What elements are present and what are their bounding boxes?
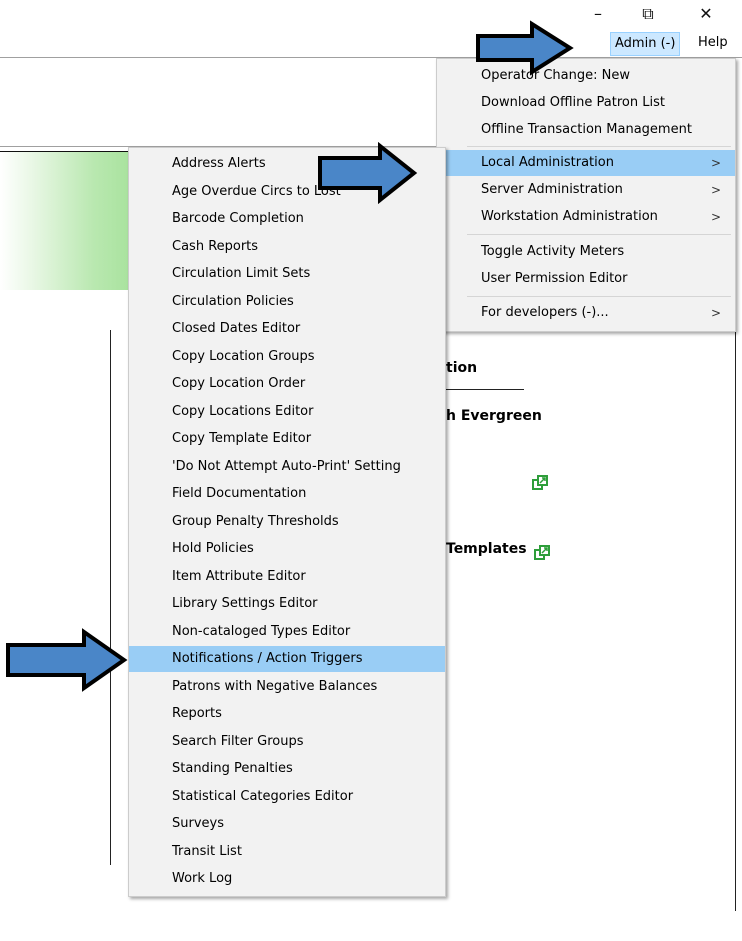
menu-item-label: Patrons with Negative Balances: [172, 679, 378, 694]
menu-item-label: Statistical Categories Editor: [172, 789, 354, 804]
submenu-item-copy-template-editor[interactable]: Copy Template Editor: [129, 426, 445, 452]
menu-item-label: Closed Dates Editor: [172, 321, 301, 336]
arrow-pointer-icon: [318, 142, 418, 204]
menu-bar: Admin (-) Help: [0, 32, 742, 56]
green-banner: [0, 152, 134, 290]
menu-item-label: Offline Transaction Management: [481, 122, 692, 137]
submenu-item-library-settings-editor[interactable]: Library Settings Editor: [129, 591, 445, 617]
chevron-right-icon: >: [710, 210, 721, 224]
submenu-item-copy-location-groups[interactable]: Copy Location Groups: [129, 344, 445, 370]
menu-item-label: Field Documentation: [172, 486, 307, 501]
menu-item-label: Copy Template Editor: [172, 431, 312, 446]
chevron-right-icon: >: [710, 156, 721, 170]
menu-item-label: Transit List: [172, 844, 242, 859]
menu-item-label: Standing Penalties: [172, 761, 293, 776]
menu-item-label: 'Do Not Attempt Auto-Print' Setting: [172, 459, 401, 474]
submenu-item-search-filter-groups[interactable]: Search Filter Groups: [129, 729, 445, 755]
submenu-item-statistical-categories-editor[interactable]: Statistical Categories Editor: [129, 784, 445, 810]
menu-item-label: Reports: [172, 706, 222, 721]
submenu-item-copy-locations-editor[interactable]: Copy Locations Editor: [129, 399, 445, 425]
menu-item-label: Work Log: [172, 871, 233, 886]
submenu-item-barcode-completion[interactable]: Barcode Completion: [129, 206, 445, 232]
menu-item-toggle-activity-meters[interactable]: Toggle Activity Meters: [437, 239, 735, 265]
menu-item-label: Copy Location Groups: [172, 349, 315, 364]
menu-item-label: Library Settings Editor: [172, 596, 318, 611]
templates-text-fragment: Templates: [446, 541, 527, 557]
submenu-item-standing-penalties[interactable]: Standing Penalties: [129, 756, 445, 782]
chevron-right-icon: >: [710, 306, 721, 320]
submenu-item-item-attribute-editor[interactable]: Item Attribute Editor: [129, 564, 445, 590]
local-administration-submenu: Address Alerts Age Overdue Circs to Lost…: [128, 147, 446, 897]
submenu-item-patrons-negative-balances[interactable]: Patrons with Negative Balances: [129, 674, 445, 700]
menu-item-label: Notifications / Action Triggers: [172, 651, 363, 666]
arrow-pointer-icon: [476, 20, 574, 76]
heading-underline: [446, 389, 524, 390]
menu-item-label: Barcode Completion: [172, 211, 304, 226]
submenu-item-auto-print-setting[interactable]: 'Do Not Attempt Auto-Print' Setting: [129, 454, 445, 480]
submenu-item-field-documentation[interactable]: Field Documentation: [129, 481, 445, 507]
chevron-right-icon: >: [710, 183, 721, 197]
submenu-item-notifications-action-triggers[interactable]: Notifications / Action Triggers: [129, 646, 445, 672]
submenu-item-hold-policies[interactable]: Hold Policies: [129, 536, 445, 562]
arrow-pointer-icon: [6, 628, 128, 692]
restore-icon[interactable]: ⧉: [628, 2, 668, 26]
menu-item-label: Non-cataloged Types Editor: [172, 624, 351, 639]
menu-item-label: Copy Locations Editor: [172, 404, 314, 419]
open-new-window-icon[interactable]: [534, 545, 550, 561]
menu-item-label: Circulation Policies: [172, 294, 294, 309]
menu-item-user-permission-editor[interactable]: User Permission Editor: [437, 266, 735, 292]
menu-item-label: User Permission Editor: [481, 271, 628, 286]
menu-separator: [467, 296, 731, 297]
menu-item-label: Toggle Activity Meters: [481, 244, 625, 259]
submenu-item-transit-list[interactable]: Transit List: [129, 839, 445, 865]
section-heading-fragment: tion: [446, 360, 478, 376]
menu-item-label: Hold Policies: [172, 541, 254, 556]
minimize-icon[interactable]: –: [578, 2, 618, 26]
menu-item-label: Copy Location Order: [172, 376, 306, 391]
admin-menu: Operator Change: New Download Offline Pa…: [436, 58, 736, 332]
menu-item-label: Cash Reports: [172, 239, 259, 254]
menu-item-label: Local Administration: [481, 155, 614, 170]
submenu-item-closed-dates-editor[interactable]: Closed Dates Editor: [129, 316, 445, 342]
content-right-border: [735, 330, 736, 911]
submenu-item-non-cataloged-types-editor[interactable]: Non-cataloged Types Editor: [129, 619, 445, 645]
submenu-item-reports[interactable]: Reports: [129, 701, 445, 727]
submenu-item-work-log[interactable]: Work Log: [129, 866, 445, 892]
submenu-item-circulation-policies[interactable]: Circulation Policies: [129, 289, 445, 315]
menu-item-workstation-administration[interactable]: Workstation Administration >: [437, 204, 735, 230]
title-bar: – ⧉ ✕: [0, 0, 742, 28]
open-new-window-icon[interactable]: [532, 475, 548, 491]
menu-item-label: Group Penalty Thresholds: [172, 514, 339, 529]
submenu-item-surveys[interactable]: Surveys: [129, 811, 445, 837]
menu-item-server-administration[interactable]: Server Administration >: [437, 177, 735, 203]
menu-item-offline-transaction-management[interactable]: Offline Transaction Management: [437, 117, 735, 143]
close-icon[interactable]: ✕: [686, 2, 726, 26]
menu-separator: [467, 146, 731, 147]
menu-item-for-developers[interactable]: For developers (-)... >: [437, 300, 735, 326]
menu-item-label: For developers (-)...: [481, 305, 609, 320]
menu-item-label: Item Attribute Editor: [172, 569, 306, 584]
submenu-item-circulation-limit-sets[interactable]: Circulation Limit Sets: [129, 261, 445, 287]
menu-item-local-administration[interactable]: Local Administration >: [437, 150, 735, 176]
menu-item-label: Surveys: [172, 816, 224, 831]
evergreen-text-fragment: h Evergreen: [446, 408, 542, 424]
admin-menu-button[interactable]: Admin (-): [610, 32, 681, 56]
menu-item-label: Circulation Limit Sets: [172, 266, 311, 281]
menu-item-label: Download Offline Patron List: [481, 95, 665, 110]
menu-item-label: Workstation Administration: [481, 209, 658, 224]
content-left-border: [110, 330, 111, 865]
menu-separator: [467, 234, 731, 235]
menu-item-label: Server Administration: [481, 182, 623, 197]
submenu-item-cash-reports[interactable]: Cash Reports: [129, 234, 445, 260]
menu-item-label: Address Alerts: [172, 156, 266, 171]
submenu-item-copy-location-order[interactable]: Copy Location Order: [129, 371, 445, 397]
help-menu-button[interactable]: Help: [694, 32, 732, 54]
menu-item-download-offline-patron-list[interactable]: Download Offline Patron List: [437, 90, 735, 116]
menu-item-label: Search Filter Groups: [172, 734, 304, 749]
submenu-item-group-penalty-thresholds[interactable]: Group Penalty Thresholds: [129, 509, 445, 535]
